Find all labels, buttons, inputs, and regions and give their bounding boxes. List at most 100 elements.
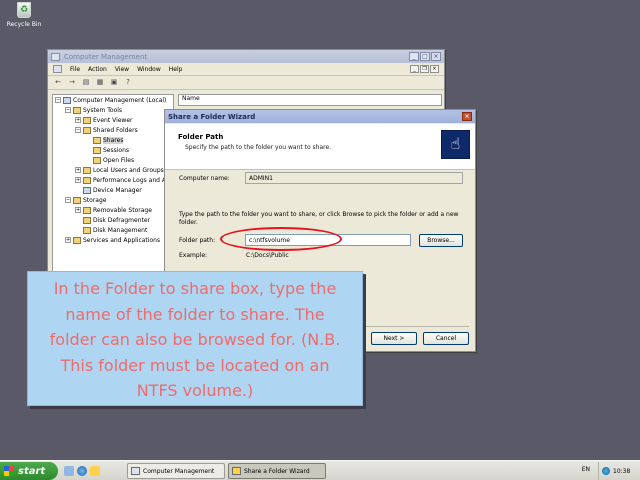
- shared-folder-hand-icon: ☝: [441, 130, 470, 159]
- folder-icon: [73, 236, 81, 244]
- computer-name-field: ADMIN1: [245, 172, 463, 184]
- column-header-name[interactable]: Name: [182, 95, 200, 102]
- menu-help[interactable]: Help: [169, 66, 183, 73]
- wizard-title: Share a Folder Wizard: [168, 112, 256, 121]
- tree-item-label: System Tools: [83, 106, 123, 114]
- menu-view[interactable]: View: [115, 66, 129, 73]
- wizard-header-subtitle: Specify the path to the folder you want …: [185, 144, 332, 151]
- tree-item[interactable]: + Removable Storage: [53, 205, 173, 215]
- cm-toolbar: ← → ▤ ▦ ▣ ?: [48, 76, 444, 90]
- share-wizard-task-icon: [232, 467, 241, 475]
- next-button[interactable]: Next >: [371, 332, 417, 345]
- folder-icon: [83, 226, 91, 234]
- tree-item[interactable]: Device Manager: [53, 185, 173, 195]
- tutorial-callout: In the Folder to share box, type the nam…: [27, 271, 363, 406]
- folder-icon: [83, 216, 91, 224]
- tree-item[interactable]: − Storage: [53, 195, 173, 205]
- folder-icon: [73, 196, 81, 204]
- cm-titlebar[interactable]: Computer Management _ □ ×: [48, 50, 444, 63]
- expand-icon[interactable]: +: [75, 207, 81, 213]
- up-folder-icon[interactable]: ▤: [81, 78, 91, 87]
- folder-icon: [83, 166, 91, 174]
- tree-item[interactable]: Disk Defragmenter: [53, 215, 173, 225]
- computer-icon: [83, 186, 91, 194]
- tree-item-label: Removable Storage: [93, 206, 152, 214]
- taskbar-button-share-wizard[interactable]: Share a Folder Wizard: [228, 463, 326, 479]
- tree-item[interactable]: − Computer Management (Local): [53, 95, 173, 105]
- example-value: C:\Docs\Public: [246, 252, 289, 259]
- folder-icon: [93, 156, 101, 164]
- example-label: Example:: [179, 252, 208, 259]
- start-label: start: [18, 465, 46, 477]
- folder-icon: [83, 116, 91, 124]
- details-pane-header: Name: [178, 94, 442, 106]
- menu-window[interactable]: Window: [137, 66, 161, 73]
- export-list-icon[interactable]: ▣: [109, 78, 119, 87]
- folder-path-instructions: Type the path to the folder you want to …: [179, 211, 459, 226]
- computer-icon: [63, 96, 71, 104]
- cm-doc-icon: [53, 65, 62, 73]
- folder-path-label: Folder path:: [179, 237, 216, 244]
- folder-icon: [73, 106, 81, 114]
- tree-item[interactable]: − System Tools: [53, 105, 173, 115]
- cm-title: Computer Management: [64, 52, 148, 61]
- wizard-titlebar[interactable]: Share a Folder Wizard ×: [165, 110, 475, 123]
- expand-icon[interactable]: +: [75, 117, 81, 123]
- wizard-header-title: Folder Path: [178, 133, 224, 141]
- expand-icon[interactable]: +: [65, 237, 71, 243]
- properties-icon[interactable]: ▦: [95, 78, 105, 87]
- tree-item[interactable]: Shares: [53, 135, 173, 145]
- expand-icon[interactable]: +: [75, 177, 81, 183]
- menu-file[interactable]: File: [70, 66, 80, 73]
- forward-arrow-icon[interactable]: →: [67, 78, 77, 87]
- clock[interactable]: 10:38: [613, 468, 630, 475]
- tree-item[interactable]: Sessions: [53, 145, 173, 155]
- folder-icon: [83, 126, 91, 134]
- tree-item[interactable]: + Performance Logs and Al: [53, 175, 173, 185]
- tree-item-label: Disk Defragmenter: [93, 216, 151, 224]
- cm-app-icon: [51, 52, 60, 61]
- tree-item[interactable]: + Event Viewer: [53, 115, 173, 125]
- internet-explorer-icon[interactable]: [77, 466, 87, 476]
- mdi-minimize-icon[interactable]: _: [410, 65, 419, 73]
- cancel-button[interactable]: Cancel: [423, 332, 469, 345]
- close-icon[interactable]: ×: [431, 52, 441, 61]
- tree-item-label: Local Users and Groups: [93, 166, 164, 174]
- tree-item-label: Storage: [83, 196, 107, 204]
- windows-flag-icon: [4, 466, 14, 476]
- collapse-icon[interactable]: −: [65, 107, 71, 113]
- expand-icon[interactable]: +: [75, 167, 81, 173]
- explorer-icon[interactable]: [90, 466, 100, 476]
- tree-item[interactable]: + Services and Applications: [53, 235, 173, 245]
- tree-item-label: Computer Management (Local): [73, 96, 167, 104]
- show-desktop-icon[interactable]: [64, 466, 74, 476]
- menu-action[interactable]: Action: [88, 66, 107, 73]
- tree-item-label: Sessions: [103, 146, 130, 154]
- tree-item-label: Event Viewer: [93, 116, 133, 124]
- minimize-icon[interactable]: _: [409, 52, 419, 61]
- collapse-icon[interactable]: −: [65, 197, 71, 203]
- mdi-restore-icon[interactable]: ❐: [420, 65, 429, 73]
- help-icon[interactable]: ?: [123, 78, 133, 87]
- folder-icon: [93, 146, 101, 154]
- tree-item[interactable]: + Local Users and Groups: [53, 165, 173, 175]
- tree-item[interactable]: Disk Management: [53, 225, 173, 235]
- network-tray-icon[interactable]: [602, 467, 610, 475]
- task-label: Computer Management: [143, 467, 215, 475]
- taskbar-button-computer-management[interactable]: Computer Management: [127, 463, 225, 479]
- browse-button[interactable]: Browse...: [419, 234, 463, 247]
- wizard-close-icon[interactable]: ×: [462, 112, 472, 121]
- recycle-bin-desktop-icon[interactable]: Recycle Bin: [6, 2, 42, 28]
- collapse-icon[interactable]: −: [55, 97, 61, 103]
- back-arrow-icon[interactable]: ←: [53, 78, 63, 87]
- computer-name-label: Computer name:: [179, 175, 230, 182]
- taskbar: start Computer Management Share a Folder…: [0, 460, 640, 480]
- maximize-icon[interactable]: □: [420, 52, 430, 61]
- tree-item[interactable]: − Shared Folders: [53, 125, 173, 135]
- wizard-header: Folder Path Specify the path to the fold…: [165, 124, 475, 170]
- start-button[interactable]: start: [0, 462, 58, 480]
- language-indicator[interactable]: EN: [582, 466, 590, 473]
- mdi-close-icon[interactable]: ×: [430, 65, 439, 73]
- collapse-icon[interactable]: −: [75, 127, 81, 133]
- tree-item[interactable]: Open Files: [53, 155, 173, 165]
